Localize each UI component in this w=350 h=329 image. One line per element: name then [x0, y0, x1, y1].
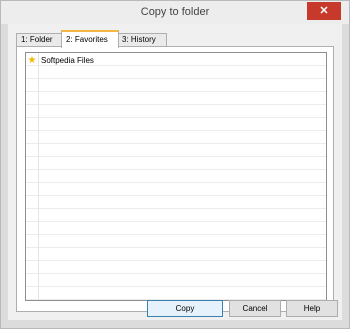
dialog-client-area: 1: Folder 2: Favorites 3: History ★ Softp… — [8, 24, 342, 320]
title-bar: Copy to folder ✕ — [1, 1, 349, 24]
favorite-label: Softpedia Files — [41, 56, 94, 65]
copy-button[interactable]: Copy — [147, 300, 223, 317]
copy-to-folder-dialog: Copy to folder ✕ 1: Folder 2: Favorites … — [0, 0, 350, 329]
cancel-button[interactable]: Cancel — [229, 300, 281, 317]
favorites-list[interactable]: ★ Softpedia Files — [25, 52, 327, 301]
tab-favorites[interactable]: 2: Favorites — [61, 30, 119, 48]
tab-history[interactable]: 3: History — [117, 33, 167, 46]
close-button[interactable]: ✕ — [307, 2, 341, 20]
window-title: Copy to folder — [140, 6, 210, 18]
favorites-panel: ★ Softpedia Files — [16, 46, 334, 312]
star-icon: ★ — [27, 55, 37, 66]
list-item[interactable]: ★ Softpedia Files — [27, 55, 94, 67]
tab-folder[interactable]: 1: Folder — [16, 33, 63, 46]
help-button[interactable]: Help — [286, 300, 338, 317]
close-icon: ✕ — [319, 5, 329, 17]
